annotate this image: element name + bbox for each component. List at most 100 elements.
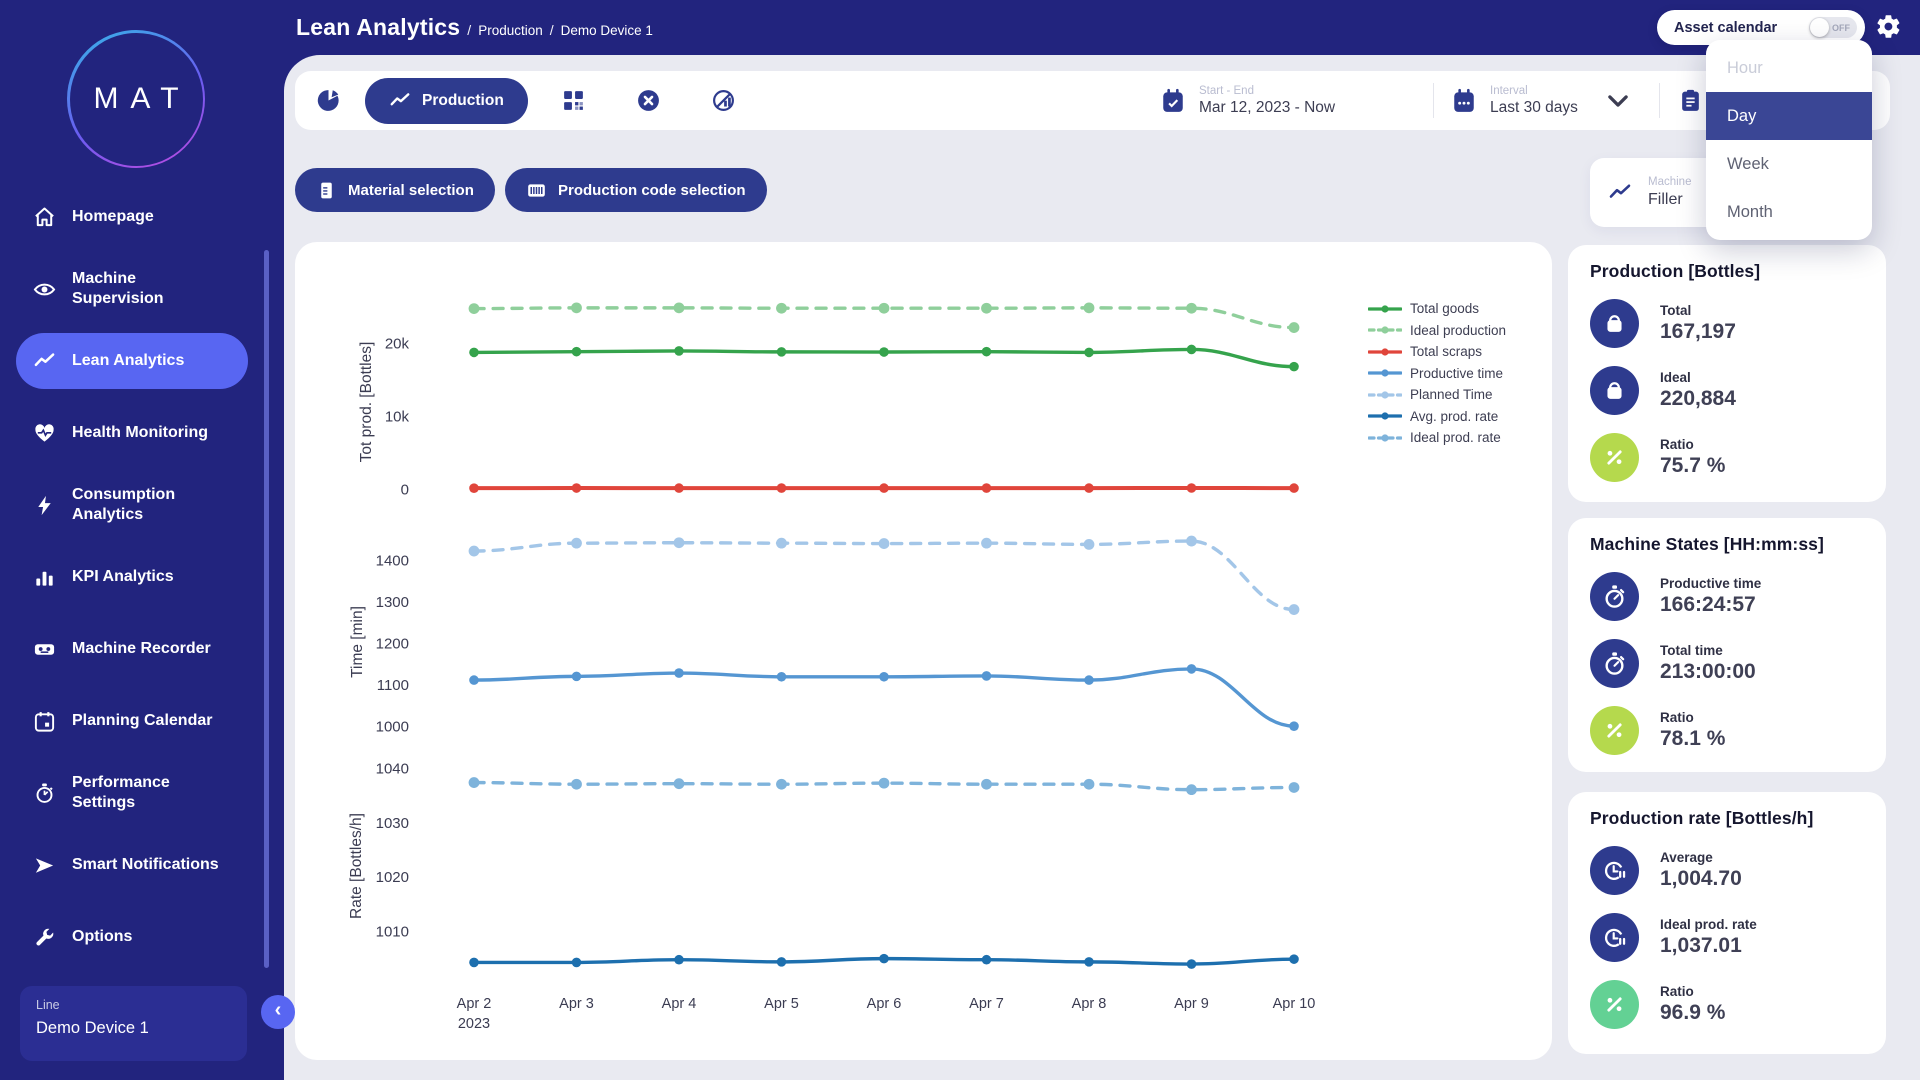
stat-label: Ratio [1660, 984, 1694, 999]
stopwatch2-icon [1590, 572, 1639, 621]
breadcrumb-device[interactable]: Demo Device 1 [561, 23, 653, 38]
sidebar-item-planning-calendar[interactable]: Planning Calendar [0, 685, 284, 757]
svg-text:Apr 7: Apr 7 [969, 996, 1004, 1012]
svg-text:1020: 1020 [376, 869, 409, 886]
sidebar-item-label: Health Monitoring [72, 424, 208, 442]
material-selection-button[interactable]: Material selection [295, 168, 495, 212]
stat-value: 167,197 [1660, 320, 1736, 343]
legend-line-sample [1368, 391, 1402, 399]
qr-code-icon [564, 91, 583, 110]
svg-text:1100: 1100 [377, 677, 409, 694]
toolbar-divider [1433, 83, 1434, 118]
trend-icon [32, 349, 56, 373]
device-name: Demo Device 1 [36, 1019, 149, 1037]
stat-row-ideal: Ideal 220,884 [1590, 357, 1864, 424]
svg-text:Apr 5: Apr 5 [764, 996, 799, 1012]
svg-text:Apr 10: Apr 10 [1273, 996, 1316, 1012]
sidebar-item-consumption-analytics[interactable]: Consumption Analytics [0, 469, 284, 541]
stat-label: Total [1660, 303, 1692, 318]
interval-option-week[interactable]: Week [1706, 140, 1872, 188]
sidebar-item-performance-settings[interactable]: Performance Settings [0, 757, 284, 829]
date-range-picker[interactable]: Start - End Mar 12, 2023 - Now [1160, 71, 1335, 130]
svg-text:Apr 8: Apr 8 [1072, 996, 1107, 1012]
panel-title: Production rate [Bottles/h] [1590, 808, 1814, 828]
sidebar-item-homepage[interactable]: Homepage [0, 181, 284, 253]
stat-label: Ratio [1660, 437, 1694, 452]
legend-item-ideal-production[interactable]: Ideal production [1368, 320, 1506, 342]
interval-option-day[interactable]: Day [1706, 92, 1872, 140]
sidebar-item-label: Machine Recorder [72, 640, 211, 658]
sidebar-scrollbar[interactable] [264, 250, 269, 968]
svg-text:2023: 2023 [458, 1016, 490, 1032]
stat-row-ideal-prod-rate: Ideal prod. rate 1,037.01 [1590, 904, 1864, 971]
stat-value: 1,037.01 [1660, 934, 1742, 957]
legend-line-sample [1368, 434, 1402, 442]
line-device-selector[interactable]: Line Demo Device 1 [20, 986, 247, 1061]
stat-value: 166:24:57 [1660, 593, 1756, 616]
calendar-icon [32, 709, 56, 733]
sidebar-item-options[interactable]: Options [0, 901, 284, 973]
clipboard-icon [1682, 89, 1699, 111]
svg-text:Apr 4: Apr 4 [662, 996, 697, 1012]
svg-text:Apr 9: Apr 9 [1174, 996, 1209, 1012]
interval-option-month[interactable]: Month [1706, 188, 1872, 236]
no-production-view-button[interactable] [700, 77, 747, 124]
date-range-value: Mar 12, 2023 - Now [1199, 98, 1336, 116]
legend-item-avg-prod-rate[interactable]: Avg. prod. rate [1368, 406, 1506, 428]
trend-icon [390, 93, 410, 106]
sidebar-item-label: Homepage [72, 208, 154, 226]
trend-icon [1609, 184, 1631, 198]
svg-text:Apr 2: Apr 2 [457, 996, 492, 1012]
pie-chart-icon [317, 90, 339, 111]
percent-icon [1590, 980, 1639, 1029]
recorder-icon [32, 637, 56, 661]
line-label: Line [36, 998, 60, 1012]
sidebar-item-smart-notifications[interactable]: Smart Notifications [0, 829, 284, 901]
legend-item-total-goods[interactable]: Total goods [1368, 298, 1506, 320]
barcode-icon [528, 183, 545, 197]
mat-logo: MAT [67, 30, 205, 168]
qr-code-view-button[interactable] [550, 77, 597, 124]
bag-icon [1590, 366, 1639, 415]
asset-calendar-toggle[interactable]: OFF [1809, 17, 1857, 38]
chevron-down-icon [1608, 94, 1628, 107]
sidebar-collapse-button[interactable]: ‹ [261, 995, 295, 1029]
settings-gear-icon[interactable] [1875, 13, 1902, 40]
sidebar-item-machine-supervision[interactable]: Machine Supervision [0, 253, 284, 325]
bolt-icon [32, 493, 56, 517]
scraps-view-button[interactable] [625, 77, 672, 124]
production-charts-panel: 0 10k 20k Tot prod. [Bottles] 1000 1100 1200 13… [295, 242, 1552, 1060]
sidebar-item-machine-recorder[interactable]: Machine Recorder [0, 613, 284, 685]
stat-row-ratio: Ratio 78.1 % [1590, 697, 1864, 764]
interval-label: Interval [1490, 84, 1528, 97]
material-icon [321, 182, 332, 198]
chart-slash-icon [713, 90, 734, 111]
interval-picker[interactable]: Interval Last 30 days [1451, 71, 1631, 130]
sidebar-item-health-monitoring[interactable]: Health Monitoring [0, 397, 284, 469]
legend-item-ideal-prod-rate[interactable]: Ideal prod. rate [1368, 427, 1506, 449]
production-code-selection-button[interactable]: Production code selection [505, 168, 767, 212]
production-button-label: Production [422, 92, 504, 109]
pie-chart-view-button[interactable] [305, 77, 352, 124]
breadcrumb-production[interactable]: Production [478, 23, 543, 38]
sidebar-item-label: KPI Analytics [72, 568, 174, 586]
production-view-button[interactable]: Production [365, 78, 528, 124]
legend-item-planned-time[interactable]: Planned Time [1368, 384, 1506, 406]
percent-icon [1590, 706, 1639, 755]
rate-icon [1590, 913, 1639, 962]
sidebar-item-label: Options [72, 928, 133, 946]
home-icon [32, 205, 56, 229]
legend-item-total-scraps[interactable]: Total scraps [1368, 341, 1506, 363]
sidebar-item-lean-analytics[interactable]: Lean Analytics [0, 325, 284, 397]
interval-option-hour[interactable]: Hour [1706, 44, 1872, 92]
sidebar-item-kpi-analytics[interactable]: KPI Analytics [0, 541, 284, 613]
legend-item-productive-time[interactable]: Productive time [1368, 363, 1506, 385]
svg-text:0: 0 [401, 482, 409, 499]
logo-text: MAT [93, 82, 191, 115]
date-range-label: Start - End [1199, 84, 1254, 97]
main-content: Production Start - End Mar 12, 2023 - No… [284, 55, 1920, 1080]
legend-line-sample [1368, 348, 1402, 356]
svg-text:1400: 1400 [376, 553, 409, 570]
toggle-state-label: OFF [1832, 23, 1850, 33]
svg-text:Tot prod. [Bottles]: Tot prod. [Bottles] [358, 342, 375, 463]
